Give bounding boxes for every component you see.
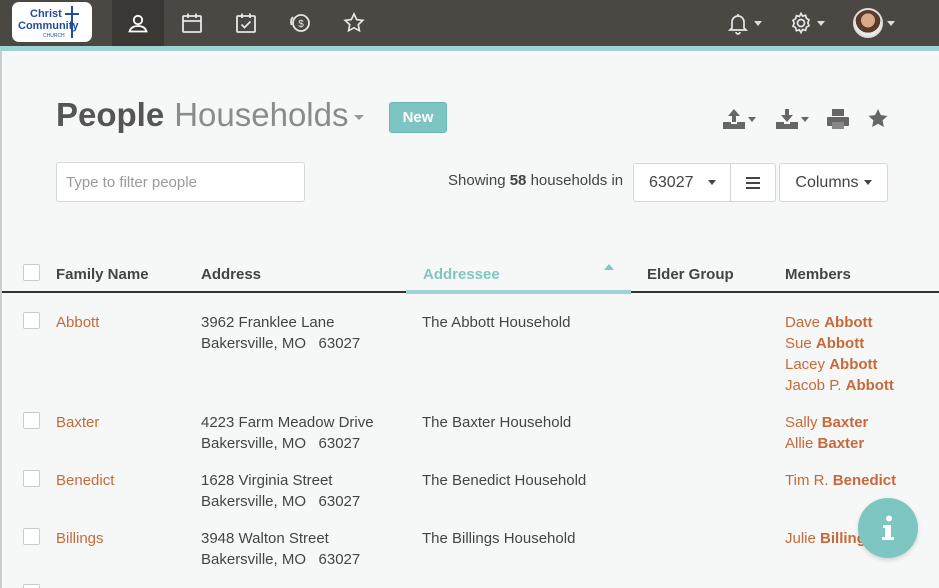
address-line-2: Bakersville, MO 63027 [201,551,361,568]
row-checkbox[interactable] [23,470,40,487]
left-border [0,51,2,588]
address-line-1: 3948 Walton Street [201,530,329,547]
favorite-button[interactable] [866,104,890,134]
list-icon [746,176,760,189]
addressee-cell: The Benedict Household [422,472,587,489]
page-title: People Households [56,96,365,134]
svg-text:$: $ [298,19,304,30]
family-name-link[interactable]: Baxter [56,412,99,433]
new-button[interactable]: New [389,102,447,133]
chevron-down-icon [748,116,756,122]
print-icon [827,109,849,129]
members-cell: Sally Baxter Allie Baxter [785,412,868,454]
showing-suffix: households in [530,172,624,189]
address-cell: 1628 Virginia Street Bakersville, MO 630… [201,470,360,512]
address-line-2: Bakersville, MO 63027 [201,435,361,452]
help-info-button[interactable] [858,498,918,558]
showing-prefix: Showing [448,172,506,189]
tasks-icon[interactable] [220,0,272,46]
address-line-2: Bakersville, MO 63027 [201,335,361,352]
addressee-cell: The Abbott Household [422,314,571,331]
top-nav-bar: Christ Community CHURCH $ [0,0,939,51]
chevron-down-icon [817,20,825,26]
column-header-members[interactable]: Members [785,266,851,283]
column-header-elder-group[interactable]: Elder Group [647,266,734,283]
family-name-link[interactable]: Billings [56,528,104,549]
chevron-down-icon [754,20,762,26]
member-link[interactable]: Allie Baxter [785,433,868,454]
church-logo[interactable]: Christ Community CHURCH [12,2,92,42]
sort-ascending-icon [604,264,614,270]
member-link[interactable]: Dave Abbott [785,312,894,333]
member-link[interactable]: Sue Abbott [785,333,894,354]
settings-menu[interactable] [789,0,825,46]
zip-filter-dropdown[interactable]: 63027 [633,163,731,202]
row-checkbox[interactable] [23,584,40,588]
row-checkbox[interactable] [23,312,40,329]
nav-accent-strip [0,46,939,51]
print-button[interactable] [826,104,850,134]
households-view-switcher[interactable]: Households [174,96,348,134]
people-icon[interactable] [112,0,164,51]
list-view-button[interactable] [731,163,776,202]
upload-icon [723,109,745,129]
address-cell: 3948 Walton Street Bakersville, MO 63027 [201,528,360,570]
address-line-1: 4223 Farm Meadow Drive [201,414,374,431]
members-cell: Dave Abbott Sue Abbott Lacey Abbott Jaco… [785,312,894,396]
avatar [853,8,883,38]
members-cell: Tim R. Benedict [785,470,896,491]
sorted-column-indicator [406,290,631,294]
address-line-2: Bakersville, MO 63027 [201,493,361,510]
download-button[interactable] [775,104,809,134]
family-name-link[interactable]: Abbott [56,312,99,333]
svg-text:Christ: Christ [30,8,62,20]
addressee-cell: The Baxter Household [422,414,572,431]
address-line-1: 1628 Virginia Street [201,472,333,489]
select-all-checkbox[interactable] [23,264,40,281]
address-line-1: 3962 Franklee Lane [201,314,335,331]
family-name-link[interactable]: Benedict [56,470,114,491]
svg-text:CHURCH: CHURCH [43,33,65,39]
calendar-icon[interactable] [166,0,218,46]
download-icon [776,109,798,129]
chevron-down-icon [801,116,809,122]
giving-icon[interactable]: $ [274,0,326,46]
favorite-star-icon [868,109,888,127]
info-icon [882,515,894,540]
zip-value: 63027 [649,173,694,191]
member-link[interactable]: Tim R. Benedict [785,470,896,491]
row-checkbox[interactable] [23,528,40,545]
gear-icon [791,11,811,35]
upload-button[interactable] [722,104,756,134]
member-link[interactable]: Sally Baxter [785,412,868,433]
columns-label: Columns [795,173,859,191]
svg-text:Community: Community [18,20,79,32]
page-title-people: People [56,96,165,133]
column-header-address[interactable]: Address [201,266,261,283]
column-header-addressee[interactable]: Addressee [423,266,500,283]
search-input[interactable] [56,162,305,202]
user-menu[interactable] [853,0,895,46]
notifications-menu[interactable] [726,0,762,46]
columns-button[interactable]: Columns [779,163,888,202]
star-icon[interactable] [328,0,380,46]
column-header-family-name[interactable]: Family Name [56,266,149,283]
bell-icon [727,14,749,35]
member-link[interactable]: Lacey Abbott [785,354,894,375]
chevron-down-icon [863,180,872,185]
address-cell: 4223 Farm Meadow Drive Bakersville, MO 6… [201,412,374,454]
address-cell: 3962 Franklee Lane Bakersville, MO 63027 [201,312,360,354]
row-checkbox[interactable] [23,412,40,429]
households-count-text: Showing 58 households in [448,172,623,189]
chevron-down-icon [887,20,895,26]
chevron-down-icon [707,180,716,185]
addressee-cell: The Billings Household [422,530,576,547]
chevron-down-icon[interactable] [354,114,365,120]
household-count: 58 [509,172,527,189]
member-link[interactable]: Jacob P. Abbott [785,375,894,396]
